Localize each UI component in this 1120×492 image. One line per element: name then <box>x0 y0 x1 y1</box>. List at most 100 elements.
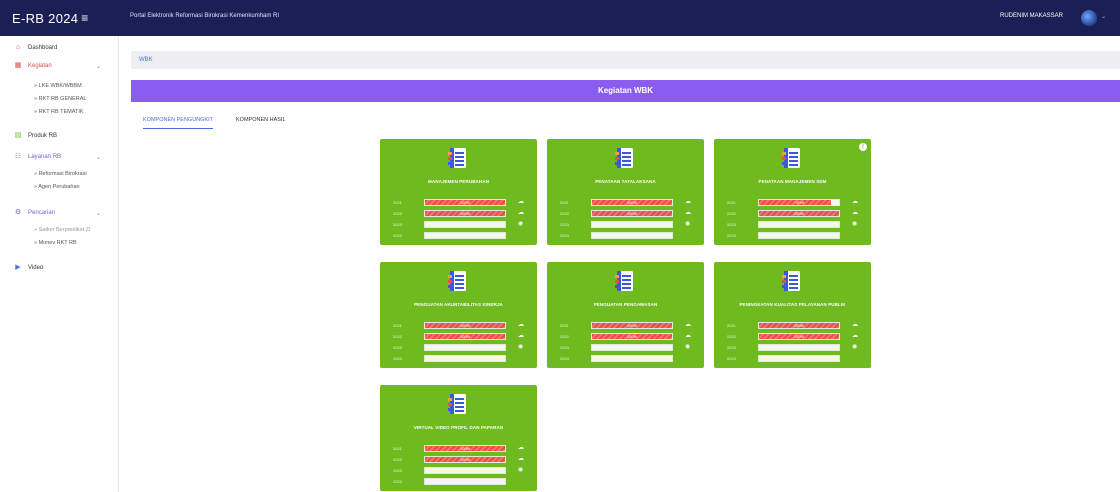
cloud-upload-icon[interactable]: ☁ <box>518 210 524 217</box>
eye-icon[interactable]: ◉ <box>518 221 523 228</box>
sidebar-item-layanan-rb[interactable]: ☷ Layanan RB ⌄ <box>0 150 119 164</box>
progress-bar <box>758 221 840 228</box>
cloud-upload-icon[interactable]: ☁ <box>518 456 524 463</box>
breadcrumb[interactable]: WBK <box>131 51 1120 69</box>
cloud-upload-icon[interactable]: ☁ <box>852 210 858 217</box>
sidebar-item-dashboard[interactable]: ⌂ Dashboard <box>0 41 119 55</box>
year-progress-row: 2024 <box>727 232 859 240</box>
year-label: 2024 <box>560 356 569 361</box>
tab-komponen-hasil[interactable]: KOMPONEN HASIL <box>236 117 286 129</box>
sidebar-item-label: Layanan RB <box>28 154 62 160</box>
year-progress-row: 2023 ◉ <box>560 344 692 352</box>
info-badge-icon[interactable]: ! <box>859 143 867 151</box>
year-label: 2023 <box>393 468 402 473</box>
sidebar: ⌂ Dashboard ▦ Kegiatan ⌄ » LKE WBK/WBBM … <box>0 36 119 492</box>
cloud-upload-icon[interactable]: ☁ <box>852 333 858 340</box>
eye-icon[interactable]: ◉ <box>852 221 857 228</box>
sidebar-item-label: Produk RB <box>28 133 58 139</box>
brand[interactable]: E-RB 2024 ≡ <box>0 0 119 36</box>
progress-bar: 100% <box>758 333 840 340</box>
year-label: 2021 <box>727 323 736 328</box>
year-label: 2023 <box>560 345 569 350</box>
sidebar-subitem-rkt-general[interactable]: » RKT RB GENERAL <box>34 93 86 105</box>
year-label: 2023 <box>727 222 736 227</box>
component-card[interactable]: MANAJEMEN PERUBAHAN 2021 100% ☁ 2022 100% ☁ 202… <box>380 139 537 245</box>
chevron-down-icon[interactable]: ⌄ <box>1101 13 1106 20</box>
progress-bar: 100% <box>591 322 673 329</box>
sidebar-item-kegiatan[interactable]: ▦ Kegiatan ⌄ <box>0 59 119 73</box>
progress-label: 100% <box>459 334 471 339</box>
progress-label: 100% <box>459 446 471 451</box>
card-title: PENINGKATAN KUALITAS PELAYANAN PUBLIK <box>739 302 846 307</box>
eye-icon[interactable]: ◉ <box>852 344 857 351</box>
eye-icon[interactable]: ◉ <box>685 344 690 351</box>
cloud-upload-icon[interactable]: ☁ <box>518 333 524 340</box>
cloud-upload-icon[interactable]: ☁ <box>852 322 858 329</box>
year-progress-row: 2022 100% ☁ <box>560 210 692 218</box>
component-card[interactable]: VIRTUAL VIDEO PROFIL DAN PAPARAN 2021 100%… <box>380 385 537 491</box>
menu-toggle-icon[interactable]: ≡ <box>81 11 88 25</box>
user-name[interactable]: RUDENIM MAKASSAR <box>1000 13 1063 19</box>
video-icon: ▶ <box>15 264 21 271</box>
card-title: PENATAAN TATALAKSANA <box>595 179 656 184</box>
progress-label: ~90% <box>793 200 805 205</box>
cloud-upload-icon[interactable]: ☁ <box>685 210 691 217</box>
progress-label: 100% <box>626 334 638 339</box>
top-bar: E-RB 2024 ≡ Portal Elektronik Reformasi … <box>0 0 1120 36</box>
sidebar-item-video[interactable]: ▶ Video <box>0 261 119 275</box>
eye-icon[interactable]: ◉ <box>518 344 523 351</box>
sidebar-subitem-rkt-tematik[interactable]: » RKT RB TEMATIK <box>34 106 84 118</box>
year-progress-row: 2023 ◉ <box>560 221 692 229</box>
search-icon: ⚙ <box>14 209 22 216</box>
component-card[interactable]: PENATAAN TATALAKSANA 2021 100% ☁ 2022 100% ☁ 20… <box>547 139 704 245</box>
document-list-icon <box>781 147 803 169</box>
eye-icon[interactable]: ◉ <box>518 467 523 474</box>
component-card[interactable]: PENGUATAN AKUNTABILITAS KINERJA 2021 100% ☁… <box>380 262 537 368</box>
year-label: 2022 <box>727 211 736 216</box>
sidebar-subitem-monev[interactable]: » Monev RKT RB <box>34 237 77 249</box>
cloud-upload-icon[interactable]: ☁ <box>685 333 691 340</box>
component-card[interactable]: PENINGKATAN KUALITAS PELAYANAN PUBLIK 202… <box>714 262 871 368</box>
progress-bar: 100% <box>424 322 506 329</box>
progress-label: 100% <box>459 200 471 205</box>
year-label: 2022 <box>393 211 402 216</box>
year-label: 2024 <box>560 233 569 238</box>
year-progress-row: 2024 <box>727 355 859 363</box>
sidebar-item-label: Kegiatan <box>28 63 52 69</box>
year-progress-row: 2021 100% ☁ <box>393 199 525 207</box>
sidebar-subitem-lke[interactable]: » LKE WBK/WBBM <box>34 80 82 92</box>
progress-bar <box>758 344 840 351</box>
year-progress-row: 2021 100% ☁ <box>560 322 692 330</box>
sidebar-item-label: Pencarian <box>28 210 56 216</box>
year-progress-row: 2024 <box>560 355 692 363</box>
cloud-upload-icon[interactable]: ☁ <box>685 199 691 206</box>
tab-komponen-pengungkit[interactable]: KOMPONEN PENGUNGKIT <box>143 117 213 129</box>
progress-bar: 100% <box>758 210 840 217</box>
year-label: 2023 <box>727 345 736 350</box>
progress-bar: 100% <box>424 456 506 463</box>
progress-label: 100% <box>626 323 638 328</box>
component-card[interactable]: PENGUATAN PENGAWASAN 2021 100% ☁ 2022 100% ☁ 20… <box>547 262 704 368</box>
sidebar-subitem-agen[interactable]: » Agen Perubahan <box>34 181 80 193</box>
year-label: 2024 <box>393 479 402 484</box>
cloud-upload-icon[interactable]: ☁ <box>685 322 691 329</box>
sidebar-subitem-reformasi[interactable]: » Reformasi Birokrasi <box>34 168 87 180</box>
eye-icon[interactable]: ◉ <box>685 221 690 228</box>
year-progress-row: 2021 100% ☁ <box>727 322 859 330</box>
cloud-upload-icon[interactable]: ☁ <box>518 199 524 206</box>
chevron-down-icon: ⌄ <box>96 210 102 217</box>
cloud-upload-icon[interactable]: ☁ <box>518 445 524 452</box>
progress-label: 100% <box>459 457 471 462</box>
sidebar-item-produk-rb[interactable]: ▤ Produk RB <box>0 129 119 143</box>
sidebar-subitem-satker[interactable]: » Satker Berpredikat ZI <box>34 224 91 236</box>
year-label: 2023 <box>393 222 402 227</box>
cloud-upload-icon[interactable]: ☁ <box>852 199 858 206</box>
year-progress-row: 2022 100% ☁ <box>560 333 692 341</box>
component-card[interactable]: ! PENATAAN MANAJEMEN SDM 2021 ~90% ☁ 2022 100%… <box>714 139 871 245</box>
portal-title: Portal Elektronik Reformasi Birokrasi Ke… <box>130 13 280 19</box>
sidebar-item-pencarian[interactable]: ⚙ Pencarian ⌄ <box>0 206 119 220</box>
progress-bar: ~90% <box>758 199 840 206</box>
avatar[interactable] <box>1081 10 1097 26</box>
progress-label: 100% <box>793 211 805 216</box>
cloud-upload-icon[interactable]: ☁ <box>518 322 524 329</box>
